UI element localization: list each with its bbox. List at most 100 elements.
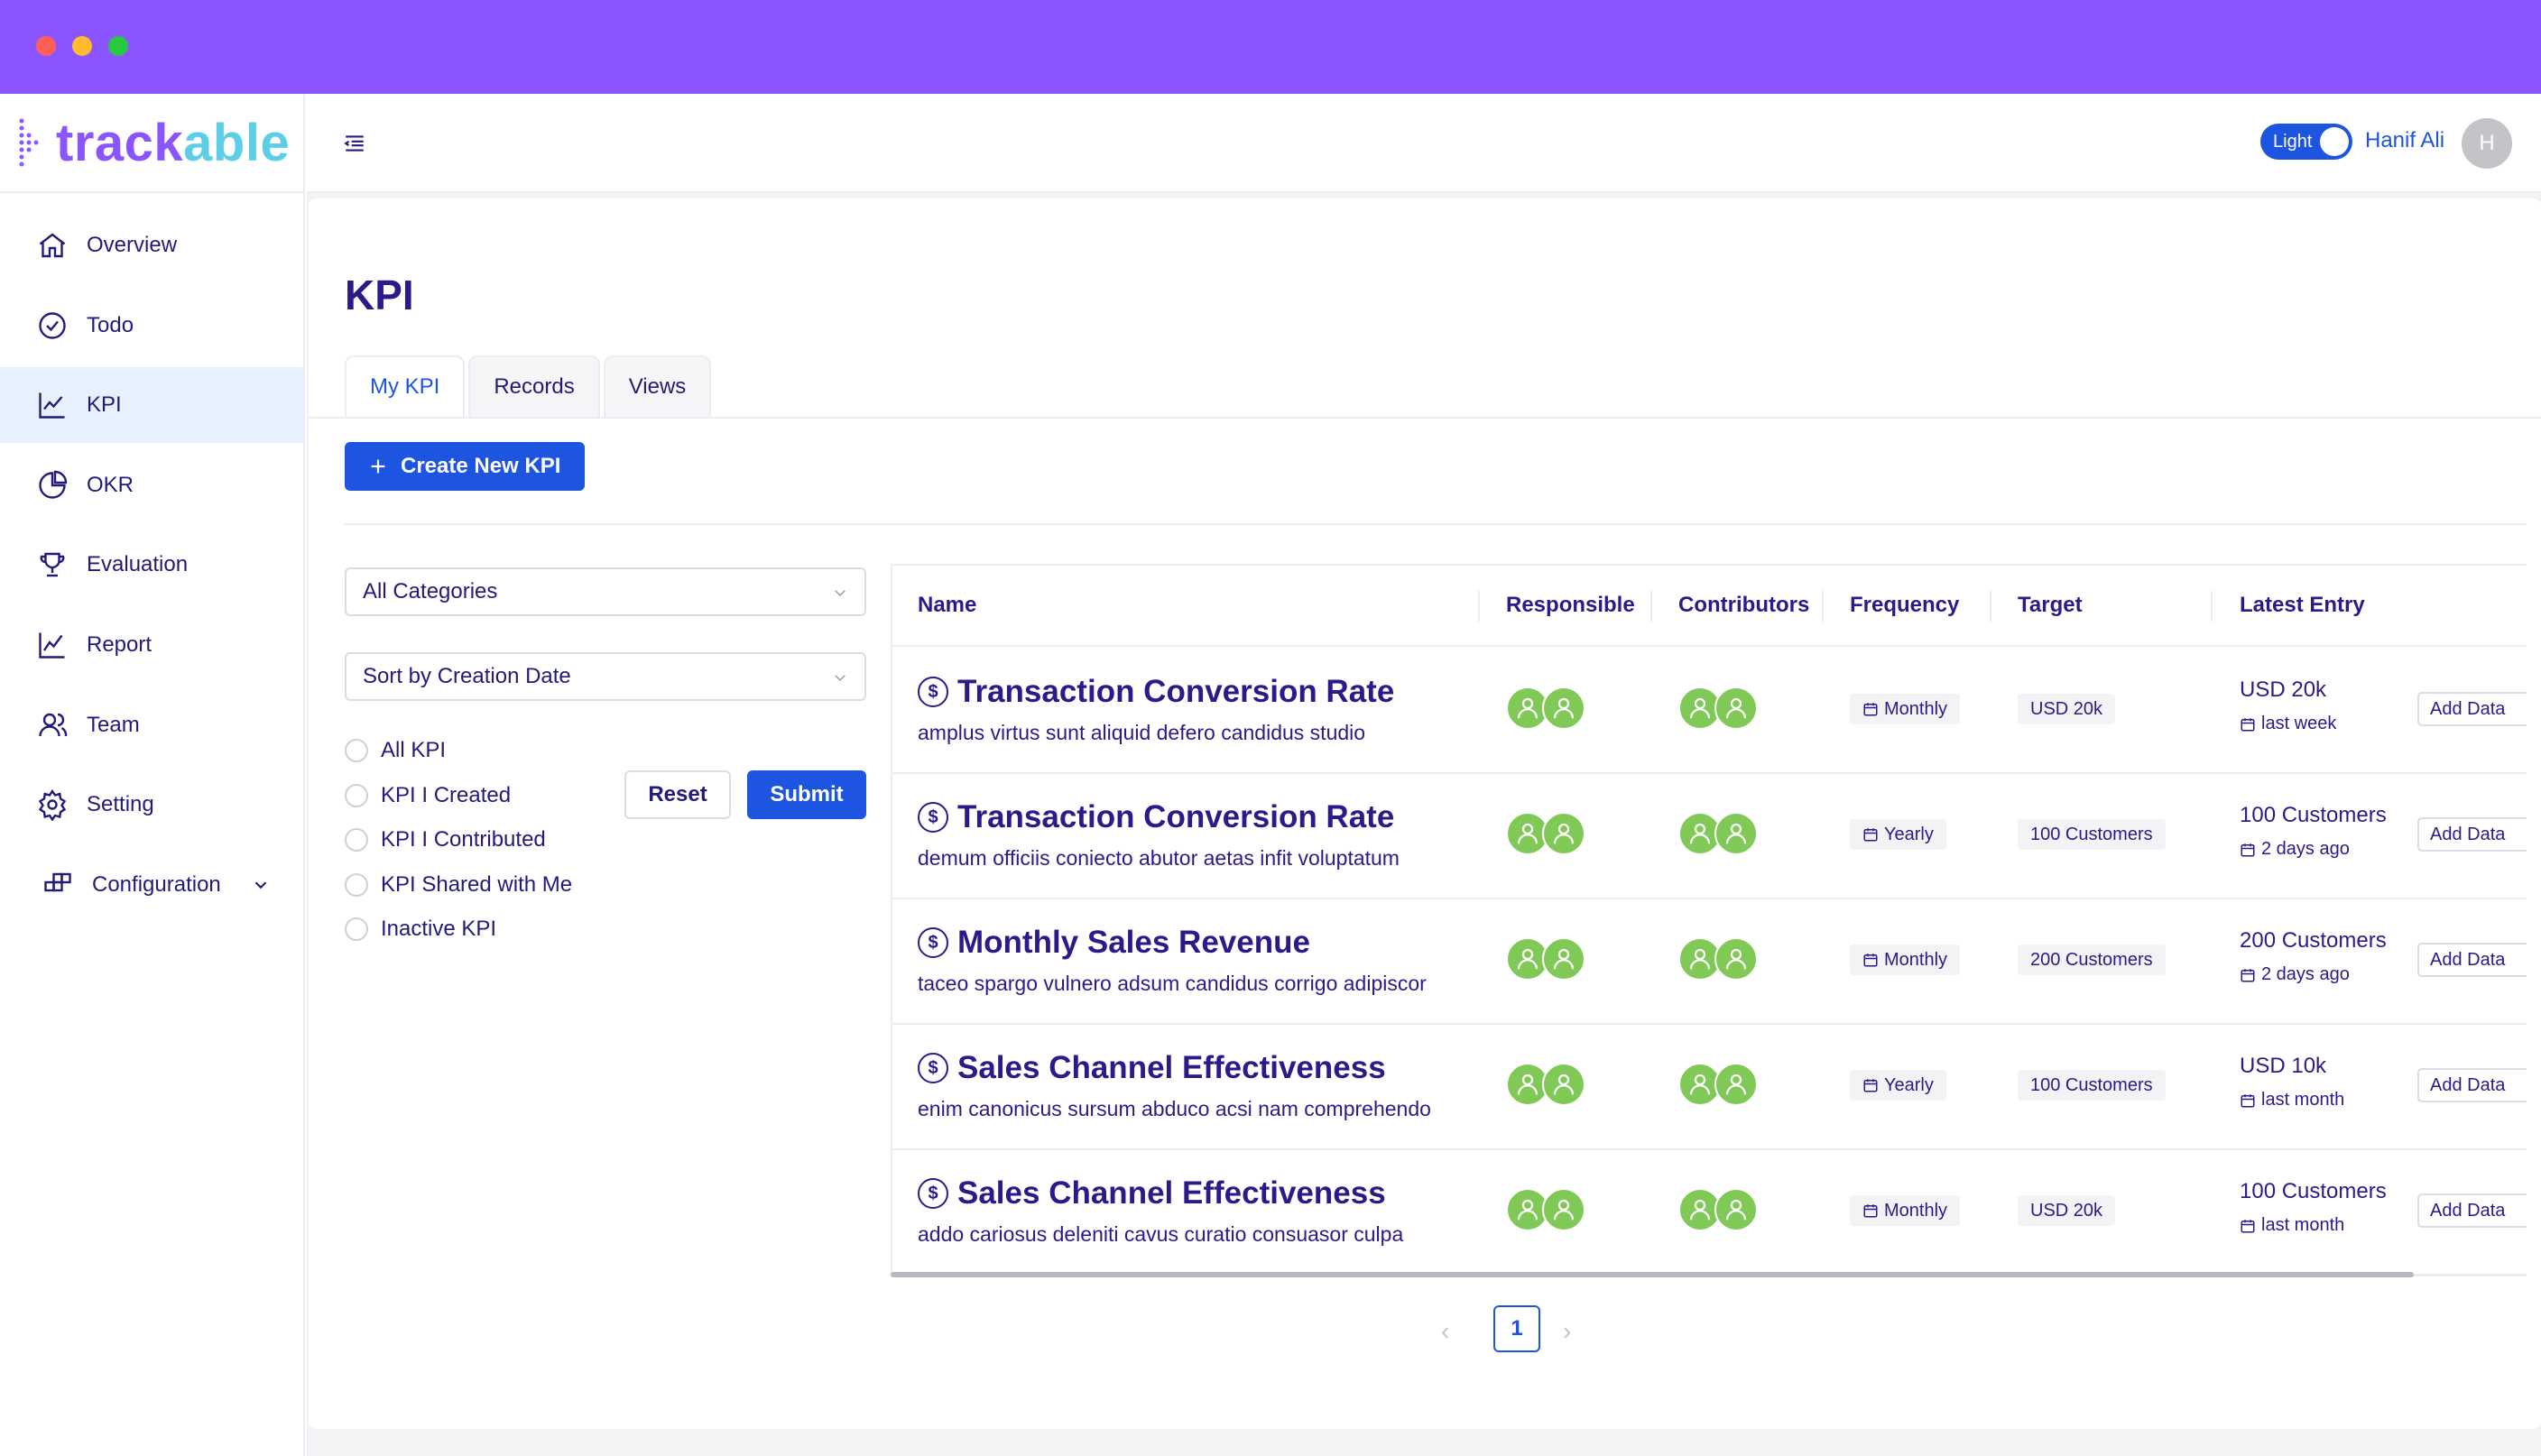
add-data-button[interactable]: Add Data [2417, 692, 2527, 726]
kpi-name[interactable]: $ Transaction Conversion Rate [918, 674, 1394, 710]
avatar[interactable] [1714, 1188, 1758, 1231]
responsible-avatars[interactable] [1506, 687, 1585, 730]
pagination-page-button[interactable]: 1 [1493, 1305, 1540, 1352]
sort-select[interactable]: Sort by Creation Date [345, 652, 866, 701]
avatar[interactable] [1542, 812, 1585, 855]
sidebar-item-team[interactable]: Team [0, 687, 305, 763]
radio-circle[interactable] [345, 828, 368, 852]
frequency-text: Yearly [1884, 1074, 1934, 1095]
kpi-name[interactable]: $ Transaction Conversion Rate [918, 799, 1394, 835]
responsible-avatars[interactable] [1506, 937, 1585, 981]
user-icon [1517, 697, 1538, 719]
sidebar-item-label: KPI [87, 392, 122, 418]
radio-circle[interactable] [345, 917, 368, 941]
frequency-text: Monthly [1884, 1200, 1948, 1221]
user-icon [1553, 697, 1575, 719]
contributor-avatars[interactable] [1678, 1188, 1758, 1231]
table-row[interactable]: $ Sales Channel Effectiveness enim canonic… [892, 1025, 2527, 1150]
column-header-contributors[interactable]: Contributors [1678, 593, 1809, 618]
category-select[interactable]: All Categories [345, 567, 866, 616]
kpi-name[interactable]: $ Sales Channel Effectiveness [918, 1050, 1386, 1086]
latest-entry: USD 10k last month [2240, 1054, 2344, 1110]
add-data-button[interactable]: Add Data [2417, 1068, 2527, 1102]
avatar[interactable] [1714, 1063, 1758, 1106]
pagination-prev-button[interactable]: ‹ [1441, 1317, 1449, 1346]
dollar-icon: $ [918, 1178, 948, 1209]
radio-kpi-created[interactable]: KPI I Created [345, 783, 511, 808]
avatar[interactable] [1714, 937, 1758, 981]
table-row[interactable]: $ Sales Channel Effectiveness addo cariosu… [892, 1150, 2527, 1275]
avatar[interactable] [1542, 1188, 1585, 1231]
tab-views[interactable]: Views [603, 355, 712, 417]
chevron-down-icon[interactable] [251, 875, 271, 895]
tab-records[interactable]: Records [468, 355, 600, 417]
contributor-avatars[interactable] [1678, 937, 1758, 981]
column-header-name[interactable]: Name [918, 593, 976, 618]
table-header: Name Responsible Contributors Frequency … [892, 566, 2527, 647]
target-badge: 200 Customers [2018, 945, 2166, 975]
column-header-latest-entry[interactable]: Latest Entry [2240, 593, 2365, 618]
theme-toggle[interactable]: Light [2260, 124, 2352, 160]
frequency-badge: Yearly [1850, 819, 1946, 850]
latest-entry-date: last month [2240, 1090, 2344, 1110]
tab-my-kpi[interactable]: My KPI [345, 355, 466, 417]
column-header-responsible[interactable]: Responsible [1506, 593, 1635, 618]
table-row[interactable]: $ Monthly Sales Revenue taceo spargo vulne… [892, 899, 2527, 1025]
responsible-avatars[interactable] [1506, 1063, 1585, 1106]
sidebar-item-setting[interactable]: Setting [0, 767, 305, 843]
radio-label: Inactive KPI [381, 917, 497, 941]
horizontal-scrollbar[interactable] [891, 1272, 2414, 1277]
sidebar-item-label: Evaluation [87, 552, 189, 577]
pagination-next-button[interactable]: › [1563, 1317, 1571, 1346]
responsible-avatars[interactable] [1506, 812, 1585, 855]
collapse-menu-icon[interactable] [343, 132, 366, 155]
sidebar-item-overview[interactable]: Overview [0, 207, 305, 283]
sidebar-item-todo[interactable]: Todo [0, 288, 305, 364]
maximize-window-button[interactable] [108, 36, 128, 56]
avatar[interactable] [1542, 1063, 1585, 1106]
user-icon [1689, 1074, 1711, 1095]
sidebar-item-kpi[interactable]: KPI [0, 367, 305, 444]
radio-all-kpi[interactable]: All KPI [345, 738, 446, 763]
create-kpi-button[interactable]: Create New KPI [345, 442, 585, 491]
line-chart-icon [39, 392, 65, 419]
contributor-avatars[interactable] [1678, 687, 1758, 730]
sidebar-item-configuration[interactable]: Configuration [0, 847, 305, 923]
add-data-button[interactable]: Add Data [2417, 817, 2527, 852]
responsible-avatars[interactable] [1506, 1188, 1585, 1231]
add-data-button[interactable]: Add Data [2417, 943, 2527, 977]
sidebar-item-label: Overview [87, 233, 178, 257]
table-row[interactable]: $ Transaction Conversion Rate demum offici… [892, 774, 2527, 899]
avatar[interactable] [1542, 937, 1585, 981]
contributor-avatars[interactable] [1678, 812, 1758, 855]
column-header-target[interactable]: Target [2018, 593, 2083, 618]
contributor-avatars[interactable] [1678, 1063, 1758, 1106]
latest-entry: 100 Customers last month [2240, 1179, 2387, 1236]
close-window-button[interactable] [36, 36, 56, 56]
radio-circle[interactable] [345, 784, 368, 807]
radio-kpi-contributed[interactable]: KPI I Contributed [345, 827, 546, 852]
logo[interactable]: trackable [18, 94, 290, 191]
sidebar-item-report[interactable]: Report [0, 607, 305, 683]
avatar[interactable] [1714, 687, 1758, 730]
add-data-button[interactable]: Add Data [2417, 1193, 2527, 1228]
sidebar-item-evaluation[interactable]: Evaluation [0, 527, 305, 603]
kpi-name[interactable]: $ Monthly Sales Revenue [918, 925, 1310, 961]
sidebar-item-okr[interactable]: OKR [0, 447, 305, 523]
radio-inactive-kpi[interactable]: Inactive KPI [345, 917, 496, 942]
avatar[interactable] [1542, 687, 1585, 730]
submit-button[interactable]: Submit [747, 770, 866, 819]
kpi-name[interactable]: $ Sales Channel Effectiveness [918, 1175, 1386, 1212]
sidebar-item-label: Todo [87, 312, 134, 337]
table-row[interactable]: $ Transaction Conversion Rate amplus virtu… [892, 649, 2527, 774]
radio-circle[interactable] [345, 873, 368, 897]
reset-button[interactable]: Reset [624, 770, 731, 819]
radio-circle[interactable] [345, 739, 368, 762]
minimize-window-button[interactable] [72, 36, 92, 56]
radio-kpi-shared[interactable]: KPI Shared with Me [345, 872, 572, 898]
divider [0, 191, 305, 193]
user-name[interactable]: Hanif Ali [2365, 128, 2444, 153]
column-header-frequency[interactable]: Frequency [1850, 593, 1959, 618]
avatar[interactable]: H [2462, 118, 2512, 169]
avatar[interactable] [1714, 812, 1758, 855]
